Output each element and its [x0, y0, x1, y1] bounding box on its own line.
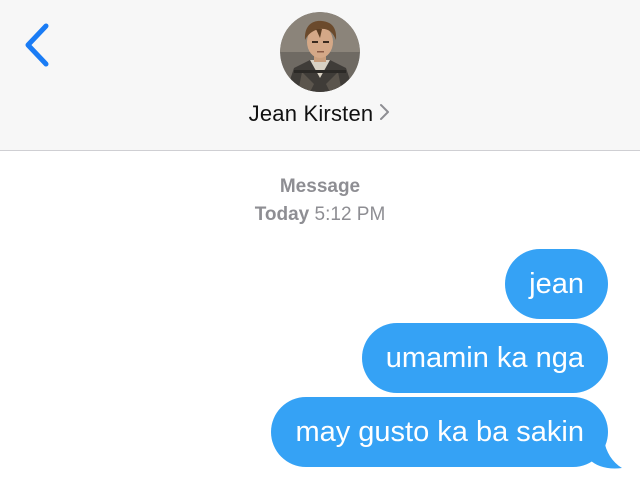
bubble-tail [584, 440, 622, 469]
chevron-right-icon [379, 103, 391, 126]
message-bubble[interactable]: jean [505, 249, 608, 319]
messages-screen: Jean Kirsten Message Today 5:12 PM jean … [0, 0, 640, 484]
contact-avatar[interactable] [280, 12, 360, 92]
timestamp-time: 5:12 PM [314, 204, 386, 225]
conversation-header: Jean Kirsten [0, 0, 640, 151]
chevron-left-icon [25, 23, 49, 67]
timestamp-day: Today [254, 204, 310, 225]
message-bubble[interactable]: may gusto ka ba sakin [271, 397, 608, 467]
contact-details-button[interactable]: Jean Kirsten [0, 101, 640, 127]
service-label: Message [279, 176, 361, 197]
contact-name: Jean Kirsten [248, 101, 374, 126]
message-bubble[interactable]: umamin ka nga [361, 323, 608, 393]
timestamp: Today 5:12 PM [0, 204, 640, 226]
back-button[interactable] [18, 20, 58, 70]
